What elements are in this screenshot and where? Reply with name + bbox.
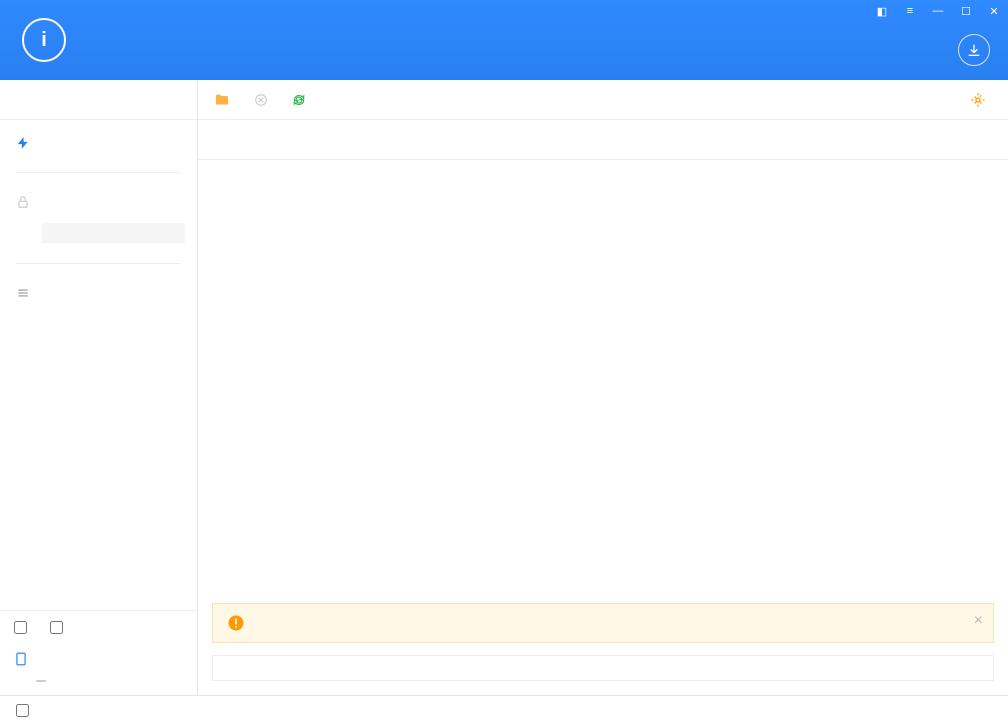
sidebar-section-more[interactable] <box>0 276 197 310</box>
open-folder-button[interactable] <box>214 92 236 108</box>
maximize-button[interactable]: ☐ <box>952 0 980 22</box>
menu-button[interactable]: ≡ <box>896 0 924 22</box>
status-bar-footer <box>0 695 1008 725</box>
gear-icon <box>970 92 986 108</box>
lock-icon <box>16 195 30 209</box>
theme-button[interactable]: ◧ <box>868 0 896 22</box>
tablet-icon <box>14 650 28 668</box>
device-status <box>0 80 197 120</box>
close-button[interactable]: ✕ <box>980 0 1008 22</box>
device-type <box>14 685 197 695</box>
alert-close-button[interactable]: × <box>974 612 983 630</box>
block-itunes-checkbox[interactable] <box>16 704 34 717</box>
refresh-icon <box>292 93 306 107</box>
flash-icon <box>16 136 30 150</box>
sidebar <box>0 80 198 695</box>
auto-activate-checkbox[interactable] <box>14 621 32 634</box>
flash-options <box>212 655 994 681</box>
apple-id-alert: × <box>212 603 994 643</box>
more-icon <box>16 286 30 300</box>
minimize-button[interactable]: — <box>924 0 952 22</box>
delete-button <box>254 93 274 107</box>
delete-icon <box>254 93 268 107</box>
warning-icon <box>227 614 245 632</box>
connected-device[interactable] <box>0 644 197 670</box>
flash-settings-button[interactable] <box>970 92 992 108</box>
app-header: i ◧ ≡ — ☐ ✕ <box>0 0 1008 80</box>
window-controls: ◧ ≡ — ☐ ✕ <box>868 0 1008 22</box>
refresh-button[interactable] <box>292 93 312 107</box>
sidebar-section-jailbreak <box>0 185 197 219</box>
toolbar <box>198 80 1008 120</box>
skip-guide-checkbox[interactable] <box>50 621 68 634</box>
app-logo: i <box>0 18 98 62</box>
device-capacity <box>36 680 46 682</box>
jailbreak-note <box>42 223 185 243</box>
sidebar-section-flash[interactable] <box>0 126 197 160</box>
logo-icon: i <box>22 18 66 62</box>
content-area: × <box>198 80 1008 695</box>
folder-icon <box>214 92 230 108</box>
table-header <box>198 120 1008 160</box>
download-manager-icon[interactable] <box>958 34 990 66</box>
